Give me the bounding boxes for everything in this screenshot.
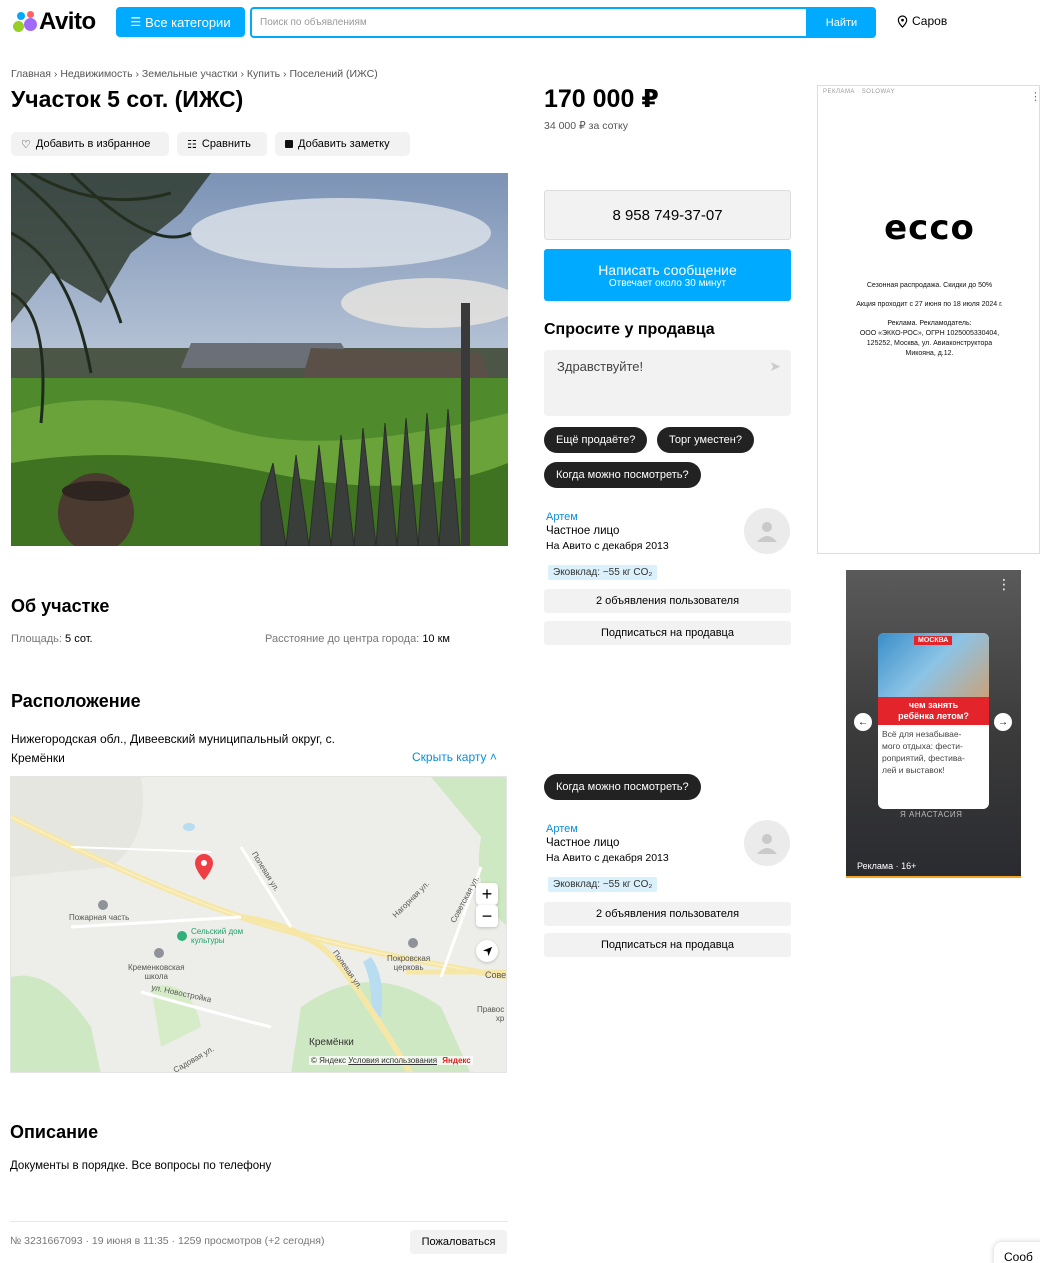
map-label-culture: Сельский дом культуры [191,927,244,945]
breadcrumb-item[interactable]: Поселений (ИЖС) [289,68,377,80]
note-icon [285,140,293,148]
ad-next-arrow-icon[interactable]: → [994,713,1012,731]
page-title: Участок 5 сот. (ИЖС) [11,86,244,112]
ad-card-image: МОСКВА [878,633,989,697]
menu-search-icon: ☰ [130,15,142,29]
user-icon [757,522,777,542]
ad-author: Я АНАСТАСИЯ [900,810,963,819]
location-map[interactable]: Пожарная часть Сельский дом культуры Крем… [10,776,507,1073]
about-heading: Об участке [11,596,110,616]
ad-age-label: Реклама · 16+ [857,861,917,871]
price: 170 000 ₽ [544,85,659,113]
heart-icon: ♡ [21,138,31,151]
quick-question-chip[interactable]: Ещё продаёте? [544,427,648,453]
ad-city-badge: МОСКВА [914,636,953,645]
city-selector[interactable]: Саров [897,14,947,28]
more-icon[interactable]: ⋮ [1030,90,1040,103]
ad-banner-moscow[interactable]: ⋮ МОСКВА чем занять ребёнка летом? Всё д… [846,570,1021,878]
map-label-school: Кременковская школа [128,963,185,981]
seller-name-link[interactable]: Артем [546,823,669,835]
user-listings-button[interactable]: 2 объявления пользователя [544,589,791,613]
messages-widget[interactable]: Сооб [994,1242,1040,1263]
minus-icon: − [481,905,493,926]
seller-avatar[interactable] [744,508,790,554]
breadcrumb-item[interactable]: Земельные участки [142,68,238,80]
map-label-fire: Пожарная часть [69,913,130,922]
breadcrumb-item[interactable]: Купить [247,68,280,80]
photo-image [11,173,508,546]
report-button[interactable]: Пожаловаться [410,1230,507,1254]
search-input[interactable]: Поиск по объявлениям [250,7,808,38]
write-message-button[interactable]: Написать сообщение Отвечает около 30 мин… [544,249,791,301]
breadcrumb-item[interactable]: Главная [11,68,51,80]
avito-logo[interactable]: Avito [11,8,96,36]
quick-question-chip[interactable]: Когда можно посмотреть? [544,774,701,800]
ad-text: Сезонная распродажа. Скидки до 50% Акция… [856,282,1003,357]
divider [10,1221,508,1222]
description-text: Документы в порядке. Все вопросы по теле… [10,1160,272,1172]
subscribe-seller-button[interactable]: Подписаться на продавца [544,621,791,645]
ad-headline: чем занять ребёнка летом? [878,697,989,725]
subscribe-seller-button[interactable]: Подписаться на продавца [544,933,791,957]
quick-question-chip[interactable]: Когда можно посмотреть? [544,462,701,488]
quick-question-chip[interactable]: Торг уместен? [657,427,754,453]
listing-meta: № 3231667093 · 19 июня в 11:35 · 1259 пр… [10,1235,325,1247]
map-locate-button[interactable] [476,940,498,962]
avito-logo-icon [11,10,37,34]
seller-info-sticky: Артем Частное лицо На Авито с декабря 20… [546,823,669,864]
map-zoom-out-button[interactable]: − [476,905,498,927]
add-note-button[interactable]: Добавить заметку [275,132,410,156]
ask-seller-heading: Спросите у продавца [544,321,715,338]
map-label-kremenki: Кремёнки [309,1037,354,1048]
navigation-arrow-icon [482,946,492,956]
ad-prev-arrow-icon[interactable]: ← [854,713,872,731]
more-icon[interactable]: ⋮ [997,576,1011,593]
map-canvas [11,777,506,1072]
ad-banner-ecco[interactable]: РЕКЛАМА · SOLOWAY ⋮ ecco Сезонная распро… [817,85,1040,554]
user-icon [757,834,777,854]
price-per-unit: 34 000 ₽ за сотку [544,120,628,132]
distance-row: Расстояние до центра города: 10 км [265,633,450,645]
address: Нижегородская обл., Дивеевский муниципал… [11,732,336,765]
map-label-church: Покровская церковь [387,954,431,972]
area-row: Площадь: 5 сот. [11,633,93,645]
location-heading: Расположение [11,691,141,711]
logo-text: Avito [39,8,96,35]
listing-photo[interactable] [11,173,508,546]
ecco-logo: ecco [884,208,975,248]
all-categories-button[interactable]: ☰ Все категории [116,7,245,37]
map-label-pravos: Правос хр [477,1005,505,1023]
show-phone-button[interactable]: 8 958 749-37-07 [544,190,791,240]
seller-avatar[interactable] [744,820,790,866]
compare-button[interactable]: ☷ Сравнить [177,132,267,156]
ad-body: Всё для незабывае- мого отдыха: фести- р… [882,729,965,775]
description-heading: Описание [10,1122,99,1142]
user-listings-button[interactable]: 2 объявления пользователя [544,902,791,926]
eco-badge: Эковклад: −55 кг CO₂ [548,877,658,892]
location-pin-icon [897,14,908,28]
breadcrumb: Главная › Недвижимость › Земельные участ… [11,68,378,80]
send-icon[interactable]: ➤ [769,358,781,375]
map-terms-link[interactable]: Условия использования [348,1056,437,1065]
breadcrumb-item[interactable]: Недвижимость [60,68,132,80]
map-zoom-in-button[interactable]: + [476,883,498,905]
map-attribution: © Яндекс Условия использования Яндекс [309,1056,473,1065]
ask-seller-input[interactable]: Здравствуйте! ➤ [544,350,791,416]
hide-map-link[interactable]: Скрыть карту ˄ [412,750,497,764]
compare-icon: ☷ [187,138,197,151]
ad-card: МОСКВА чем занять ребёнка летом? Всё для… [878,633,989,809]
search-button[interactable]: Найти [807,7,876,38]
map-label-sove: Сове [485,970,507,980]
plus-icon: + [481,883,493,904]
ad-label: РЕКЛАМА · SOLOWAY [823,89,895,95]
seller-name-link[interactable]: Артем [546,511,669,523]
seller-info: Артем Частное лицо На Авито с декабря 20… [546,511,669,552]
add-to-favorites-button[interactable]: ♡ Добавить в избранное [11,132,169,156]
eco-badge: Эковклад: −55 кг CO₂ [548,565,658,580]
